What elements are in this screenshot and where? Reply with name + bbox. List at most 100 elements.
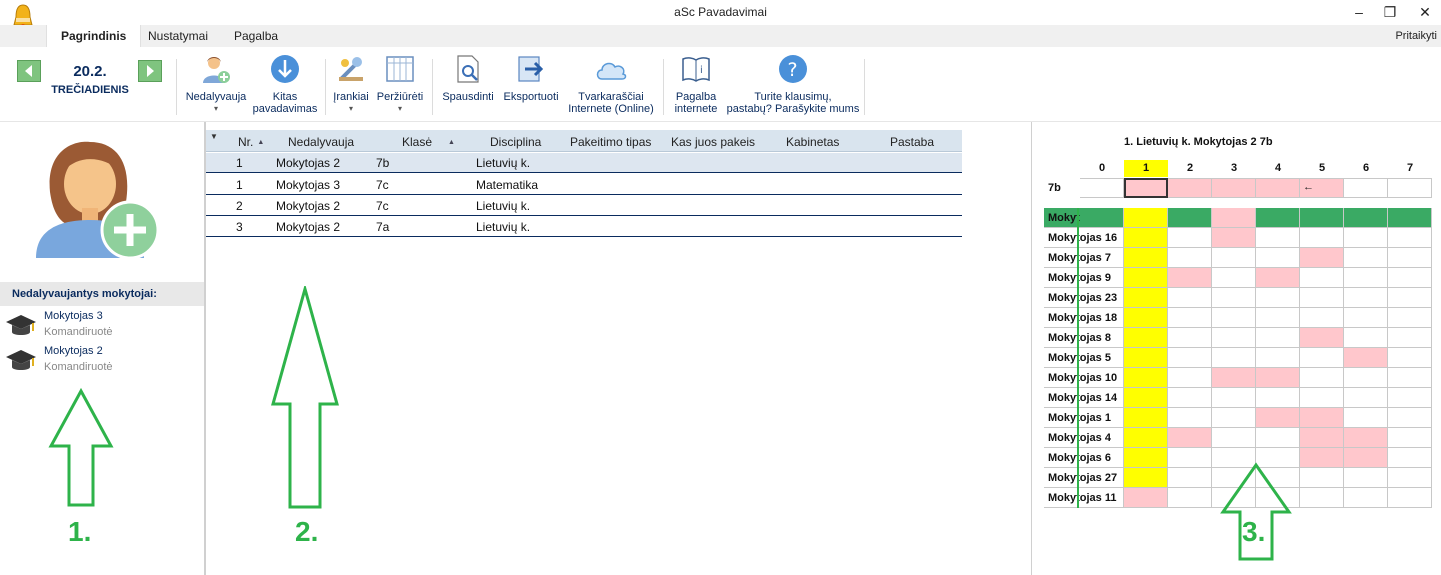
class-period-cell[interactable] bbox=[1124, 178, 1168, 198]
irankiai-button[interactable]: Įrankiai ▾ bbox=[330, 53, 372, 113]
timetable-cell[interactable] bbox=[1300, 488, 1344, 508]
timetable-cell[interactable] bbox=[1388, 448, 1432, 468]
timetable-cell[interactable] bbox=[1080, 448, 1124, 468]
timetable-cell[interactable] bbox=[1212, 288, 1256, 308]
kitas-pavadavimas-button[interactable]: Kitas pavadavimas bbox=[250, 53, 320, 115]
timetable-cell[interactable] bbox=[1344, 448, 1388, 468]
timetable-cell[interactable] bbox=[1212, 308, 1256, 328]
col-klase[interactable]: Klasė ▲ bbox=[402, 135, 455, 149]
timetable-cell[interactable] bbox=[1388, 308, 1432, 328]
timetable-cell[interactable] bbox=[1344, 368, 1388, 388]
timetable-cell[interactable] bbox=[1212, 208, 1256, 228]
timetable-cell[interactable] bbox=[1300, 428, 1344, 448]
timetable-cell[interactable] bbox=[1080, 348, 1124, 368]
timetable-cell[interactable] bbox=[1256, 428, 1300, 448]
timetable-cell[interactable] bbox=[1168, 288, 1212, 308]
timetable-cell[interactable] bbox=[1080, 388, 1124, 408]
timetable-cell[interactable] bbox=[1344, 288, 1388, 308]
timetable-cell[interactable] bbox=[1168, 268, 1212, 288]
col-pastaba[interactable]: Pastaba bbox=[890, 135, 934, 149]
col-pakeitimo-tipas[interactable]: Pakeitimo tipas bbox=[570, 135, 651, 149]
spausdinti-button[interactable]: Spausdinti bbox=[438, 53, 498, 103]
pagalba-internete-button[interactable]: i Pagalba internete bbox=[668, 53, 724, 115]
timetable-cell[interactable] bbox=[1080, 228, 1124, 248]
timetable-cell[interactable] bbox=[1168, 208, 1212, 228]
timetable-cell[interactable] bbox=[1300, 408, 1344, 428]
timetable-cell[interactable] bbox=[1256, 268, 1300, 288]
table-row[interactable]: 3 Mokytojas 2 7a Lietuvių k. bbox=[206, 217, 962, 237]
timetable-cell[interactable] bbox=[1344, 428, 1388, 448]
timetable-cell[interactable] bbox=[1212, 248, 1256, 268]
timetable-cell[interactable] bbox=[1080, 268, 1124, 288]
timetable-cell[interactable] bbox=[1344, 228, 1388, 248]
previous-day-button[interactable] bbox=[17, 60, 41, 82]
timetable-cell[interactable] bbox=[1212, 428, 1256, 448]
timetable-cell[interactable] bbox=[1344, 468, 1388, 488]
timetable-cell[interactable] bbox=[1300, 308, 1344, 328]
timetable-cell[interactable] bbox=[1212, 268, 1256, 288]
timetable-cell[interactable] bbox=[1344, 268, 1388, 288]
col-kas-juos-pakeis[interactable]: Kas juos pakeis bbox=[671, 135, 755, 149]
timetable-cell[interactable] bbox=[1212, 348, 1256, 368]
timetable-cell[interactable] bbox=[1080, 428, 1124, 448]
timetable-cell[interactable] bbox=[1388, 408, 1432, 428]
timetable-cell[interactable] bbox=[1388, 348, 1432, 368]
timetable-cell[interactable] bbox=[1300, 448, 1344, 468]
tvarkarasciai-online-button[interactable]: Tvarkaraščiai Internete (Online) bbox=[564, 53, 658, 115]
timetable-cell[interactable] bbox=[1388, 248, 1432, 268]
timetable-cell[interactable] bbox=[1124, 268, 1168, 288]
timetable-cell[interactable] bbox=[1124, 428, 1168, 448]
timetable-cell[interactable] bbox=[1300, 388, 1344, 408]
table-row[interactable]: 2 Mokytojas 2 7c Lietuvių k. bbox=[206, 196, 962, 216]
class-period-cell[interactable] bbox=[1212, 178, 1256, 198]
absent-teacher-item[interactable]: Mokytojas 3 Komandiruotė bbox=[0, 308, 204, 343]
minimize-button[interactable]: – bbox=[1344, 2, 1374, 22]
timetable-cell[interactable] bbox=[1344, 328, 1388, 348]
timetable-cell[interactable] bbox=[1344, 208, 1388, 228]
timetable-cell[interactable] bbox=[1168, 428, 1212, 448]
customize-link[interactable]: Pritaikyti bbox=[1395, 25, 1437, 47]
timetable-cell[interactable] bbox=[1388, 288, 1432, 308]
timetable-cell[interactable] bbox=[1212, 328, 1256, 348]
timetable-cell[interactable] bbox=[1124, 208, 1168, 228]
timetable-cell[interactable] bbox=[1124, 448, 1168, 468]
col-disciplina[interactable]: Disciplina bbox=[490, 135, 541, 149]
timetable-cell[interactable] bbox=[1344, 488, 1388, 508]
timetable-cell[interactable] bbox=[1212, 388, 1256, 408]
timetable-cell[interactable] bbox=[1124, 368, 1168, 388]
timetable-cell[interactable] bbox=[1080, 408, 1124, 428]
timetable-cell[interactable] bbox=[1300, 228, 1344, 248]
timetable-cell[interactable] bbox=[1168, 248, 1212, 268]
timetable-cell[interactable] bbox=[1124, 288, 1168, 308]
col-nedalyvauja[interactable]: Nedalyvauja bbox=[288, 135, 354, 149]
timetable-cell[interactable] bbox=[1168, 328, 1212, 348]
timetable-cell[interactable] bbox=[1256, 348, 1300, 368]
timetable-cell[interactable] bbox=[1080, 488, 1124, 508]
timetable-cell[interactable] bbox=[1080, 288, 1124, 308]
timetable-cell[interactable] bbox=[1388, 488, 1432, 508]
timetable-cell[interactable] bbox=[1300, 348, 1344, 368]
timetable-cell[interactable] bbox=[1124, 488, 1168, 508]
timetable-cell[interactable] bbox=[1344, 308, 1388, 328]
timetable-cell[interactable] bbox=[1080, 208, 1124, 228]
column-menu-icon[interactable]: ▼ bbox=[210, 132, 218, 141]
panel-divider[interactable] bbox=[1031, 122, 1032, 575]
timetable-cell[interactable] bbox=[1388, 208, 1432, 228]
class-period-cell[interactable] bbox=[1344, 178, 1388, 198]
timetable-cell[interactable] bbox=[1168, 368, 1212, 388]
timetable-cell[interactable] bbox=[1256, 288, 1300, 308]
timetable-cell[interactable] bbox=[1168, 448, 1212, 468]
timetable-cell[interactable] bbox=[1300, 268, 1344, 288]
class-period-cell[interactable] bbox=[1388, 178, 1432, 198]
timetable-cell[interactable] bbox=[1124, 308, 1168, 328]
timetable-cell[interactable] bbox=[1124, 388, 1168, 408]
timetable-cell[interactable] bbox=[1256, 228, 1300, 248]
timetable-cell[interactable] bbox=[1168, 308, 1212, 328]
timetable-cell[interactable] bbox=[1124, 228, 1168, 248]
timetable-cell[interactable] bbox=[1212, 228, 1256, 248]
class-period-cell[interactable] bbox=[1080, 178, 1124, 198]
class-period-cell[interactable] bbox=[1256, 178, 1300, 198]
timetable-cell[interactable] bbox=[1388, 368, 1432, 388]
nedalyvauja-button[interactable]: Nedalyvauja ▾ bbox=[183, 53, 249, 113]
timetable-cell[interactable] bbox=[1388, 468, 1432, 488]
